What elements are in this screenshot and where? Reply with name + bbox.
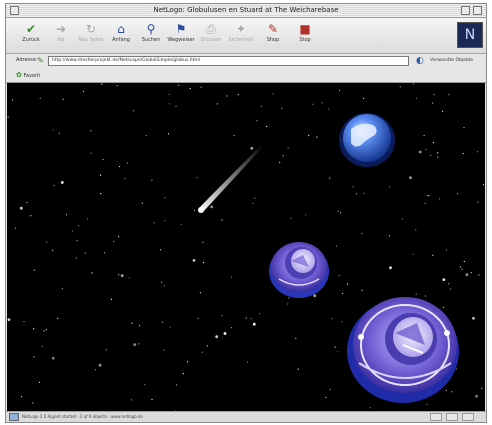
- component-bar-icon[interactable]: [446, 413, 458, 421]
- security-icon: ✦: [235, 22, 247, 36]
- location-bar: Adresse: ✎ http://www.drestlerprojekt.de…: [6, 54, 486, 68]
- back-arrow-icon: ✔: [25, 22, 37, 36]
- reload-button[interactable]: ↻ Neu laden: [78, 21, 103, 51]
- comet: [198, 145, 263, 213]
- page-content[interactable]: [7, 83, 485, 413]
- shop-icon: ✎: [267, 22, 279, 36]
- url-field[interactable]: http://www.drestlerprojekt.de/Netscape/G…: [48, 56, 409, 66]
- status-bar: NetLogo 2.0 Applet started · 2 of 6 obje…: [6, 411, 486, 422]
- guide-icon: ⚑: [175, 22, 187, 36]
- stop-button[interactable]: ■ Stop: [294, 21, 316, 51]
- small-satellite: [269, 242, 329, 298]
- space-scene: [7, 83, 485, 412]
- window-title: NetLogo: Globulusen en Stuard at The Wei…: [6, 5, 486, 16]
- print-button[interactable]: ⎙ Drucken: [200, 21, 222, 51]
- security-button[interactable]: ✦ Sicherheit: [228, 21, 253, 51]
- related-objects-icon[interactable]: ◐: [416, 55, 424, 67]
- mail-icon[interactable]: [462, 413, 474, 421]
- navigation-toolbar: ✔ Zurück ➜ Vor ↻ Neu laden ⌂ Anfang ⚲ Su…: [6, 18, 486, 54]
- guide-button[interactable]: ⚑ Wegweiser: [167, 21, 194, 51]
- home-button[interactable]: ⌂ Anfang: [110, 21, 132, 51]
- favorites-bar: ✿ Favorit: [6, 68, 486, 83]
- favorite-item[interactable]: ✿ Favorit: [16, 71, 40, 79]
- forward-arrow-icon: ➜: [55, 22, 67, 36]
- large-satellite: [347, 297, 459, 403]
- collapse-box[interactable]: [473, 6, 482, 15]
- stop-icon: ■: [299, 22, 311, 36]
- back-button[interactable]: ✔ Zurück: [20, 21, 42, 51]
- shop-button[interactable]: ✎ Shop: [262, 21, 284, 51]
- security-lock-icon[interactable]: [430, 413, 442, 421]
- print-icon: ⎙: [206, 22, 216, 36]
- title-bar[interactable]: NetLogo: Globulusen en Stuard at The Wei…: [6, 4, 486, 18]
- browser-window: NetLogo: Globulusen en Stuard at The Wei…: [5, 3, 487, 423]
- browser-logo-icon: N: [457, 22, 483, 48]
- bookmark-icon: ✿: [16, 71, 22, 79]
- home-icon: ⌂: [117, 22, 125, 36]
- reload-icon: ↻: [85, 22, 97, 36]
- search-button[interactable]: ⚲ Suchen: [140, 21, 162, 51]
- zoom-box[interactable]: [461, 6, 470, 15]
- search-icon: ⚲: [146, 22, 156, 36]
- forward-button[interactable]: ➜ Vor: [50, 21, 72, 51]
- blue-planet: [339, 113, 395, 167]
- connection-status-icon: [9, 413, 19, 421]
- page-proxy-icon[interactable]: ✎: [37, 56, 44, 66]
